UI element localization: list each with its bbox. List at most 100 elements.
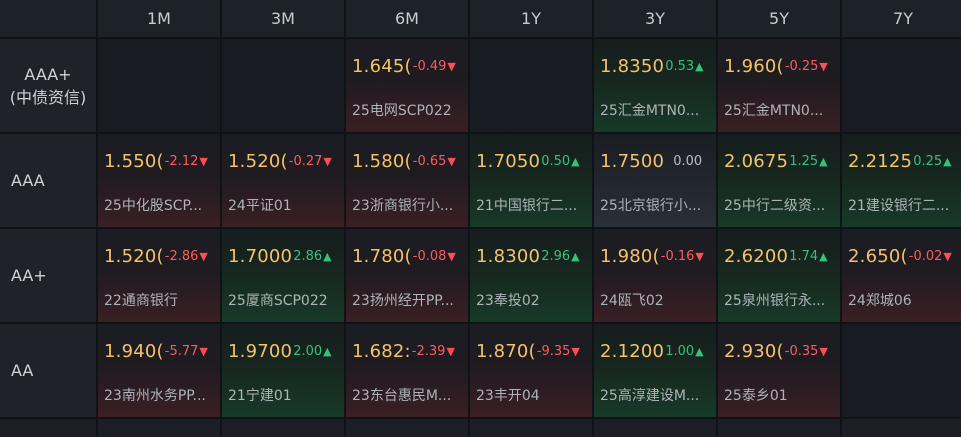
quote-cell[interactable]: 2.2125 0.25 ▲ 21建设银行二... [842, 134, 961, 227]
quote-line: 2.0675 1.25 ▲ [724, 151, 837, 172]
quote-cell[interactable]: 1.550(-2.12 ▼ 25中化股SCP... [98, 134, 220, 227]
yield-value: 2.6200 [724, 246, 789, 267]
yield-value: 1.870( [476, 341, 536, 362]
header-corner [0, 0, 96, 37]
quote-line: 1.520(-0.27 ▼ [228, 151, 341, 172]
triangle-down-icon: ▼ [446, 345, 455, 358]
triangle-down-icon: ▼ [695, 250, 704, 263]
row-label-rating: AAA+ (中债资信) [0, 39, 96, 132]
bond-name: 25中化股SCP... [104, 198, 203, 214]
quote-line: 1.520(-2.86 ▼ [104, 246, 217, 267]
bond-name: 25电网SCP022 [352, 103, 452, 119]
triangle-up-icon: ▲ [571, 155, 580, 168]
partial-row-stub [594, 419, 716, 437]
rating-label-line: AA+ [11, 266, 47, 285]
quote-cell[interactable]: 1.8350 0.53 ▲ 25汇金MTN0... [594, 39, 716, 132]
triangle-down-icon: ▼ [943, 250, 952, 263]
bond-name: 25汇金MTN0... [724, 103, 824, 119]
bond-name: 21中国银行二... [476, 198, 578, 214]
yield-change: 1.25 [789, 154, 819, 169]
quote-line: 2.650(-0.02 ▼ [848, 246, 961, 267]
row-label-rating: AA [0, 324, 96, 417]
quote-cell[interactable]: 1.580(-0.65 ▼ 23浙商银行小... [346, 134, 468, 227]
triangle-up-icon: ▲ [323, 345, 332, 358]
column-header-tenor[interactable]: 3Y [594, 0, 716, 37]
yield-change: -5.77 [164, 344, 199, 359]
bond-name: 25北京银行小... [600, 198, 702, 214]
quote-cell[interactable]: 1.645(-0.49 ▼ 25电网SCP022 [346, 39, 468, 132]
triangle-up-icon: ▲ [819, 250, 828, 263]
quote-cell[interactable]: 1.520(-2.86 ▼ 22通商银行 [98, 229, 220, 322]
bond-name: 24平证01 [228, 198, 292, 214]
rating-label-line: AAA+ [24, 64, 72, 84]
empty-quote-cell [98, 39, 220, 132]
quote-line: 2.6200 1.74 ▲ [724, 246, 837, 267]
yield-value: 2.650( [848, 246, 908, 267]
yield-change: 2.00 [293, 344, 323, 359]
column-header-tenor[interactable]: 1Y [470, 0, 592, 37]
triangle-up-icon: ▲ [695, 345, 704, 358]
quote-cell[interactable]: 1.960(-0.25 ▼ 25汇金MTN0... [718, 39, 840, 132]
yield-value: 1.580( [352, 151, 412, 172]
bond-yield-matrix: 1M 3M 6M 1Y 3Y 5Y 7Y AAA+ (中债资信) 1.645(-0.49 ▼ 25电网… [0, 0, 961, 437]
quote-cell[interactable]: 1.940(-5.77 ▼ 23南州水务PP... [98, 324, 220, 417]
yield-value: 1.7000 [228, 246, 293, 267]
yield-change: -0.08 [412, 249, 447, 264]
yield-change: -0.16 [660, 249, 695, 264]
quote-cell[interactable]: 1.780(-0.08 ▼ 23扬州经开PP... [346, 229, 468, 322]
triangle-up-icon: ▲ [819, 155, 828, 168]
column-header-tenor[interactable]: 5Y [718, 0, 840, 37]
partial-row-stub [718, 419, 840, 437]
triangle-up-icon: ▲ [571, 250, 580, 263]
yield-change: -9.35 [536, 344, 571, 359]
yield-change: -2.12 [164, 154, 199, 169]
triangle-down-icon: ▼ [323, 155, 332, 168]
bond-name: 25高淳建设M... [600, 388, 700, 404]
column-header-tenor[interactable]: 1M [98, 0, 220, 37]
rating-label-line: AA [11, 361, 34, 380]
yield-value: 2.0675 [724, 151, 789, 172]
triangle-down-icon: ▼ [819, 345, 828, 358]
bond-name: 23丰开04 [476, 388, 540, 404]
column-header-tenor[interactable]: 3M [222, 0, 344, 37]
quote-cell[interactable]: 1.980(-0.16 ▼ 24瓯飞02 [594, 229, 716, 322]
quote-cell[interactable]: 2.650(-0.02 ▼ 24郑城06 [842, 229, 961, 322]
quote-cell[interactable]: 1.870(-9.35 ▼ 23丰开04 [470, 324, 592, 417]
yield-value: 2.1200 [600, 341, 665, 362]
triangle-up-icon: ▲ [695, 60, 704, 73]
bond-name: 23奉投02 [476, 293, 540, 309]
partial-row-stub [222, 419, 344, 437]
yield-value: 1.8350 [600, 56, 665, 77]
triangle-down-icon: ▼ [447, 60, 456, 73]
quote-cell[interactable]: 1.8300 2.96 ▲ 23奉投02 [470, 229, 592, 322]
yield-value: 1.7050 [476, 151, 541, 172]
quote-line: 1.550(-2.12 ▼ [104, 151, 217, 172]
quote-line: 1.960(-0.25 ▼ [724, 56, 837, 77]
quote-cell[interactable]: 1.9700 2.00 ▲ 21宁建01 [222, 324, 344, 417]
quote-cell[interactable]: 1.520(-0.27 ▼ 24平证01 [222, 134, 344, 227]
bond-name: 24郑城06 [848, 293, 912, 309]
triangle-up-icon: ▲ [943, 155, 952, 168]
quote-cell[interactable]: 1.682: -2.39 ▼ 23东台惠民M... [346, 324, 468, 417]
quote-cell[interactable]: 2.0675 1.25 ▲ 25中行二级资... [718, 134, 840, 227]
yield-value: 1.645( [352, 56, 412, 77]
triangle-down-icon: ▼ [571, 345, 580, 358]
yield-value: 1.780( [352, 246, 412, 267]
rating-label-line: AAA [11, 171, 45, 190]
quote-cell[interactable]: 2.6200 1.74 ▲ 25泉州银行永... [718, 229, 840, 322]
quote-cell[interactable]: 2.1200 1.00 ▲ 25高淳建设M... [594, 324, 716, 417]
column-header-tenor[interactable]: 7Y [842, 0, 961, 37]
quote-line: 2.2125 0.25 ▲ [848, 151, 961, 172]
quote-line: 2.1200 1.00 ▲ [600, 341, 713, 362]
yield-change: 0.53 [665, 59, 695, 74]
column-header-tenor[interactable]: 6M [346, 0, 468, 37]
quote-cell[interactable]: 2.930(-0.35 ▼ 25泰乡01 [718, 324, 840, 417]
quote-cell[interactable]: 1.7500 0.00 25北京银行小... [594, 134, 716, 227]
quote-cell[interactable]: 1.7050 0.50 ▲ 21中国银行二... [470, 134, 592, 227]
empty-quote-cell [842, 324, 961, 417]
triangle-down-icon: ▼ [199, 250, 208, 263]
triangle-down-icon: ▼ [447, 250, 456, 263]
quote-line: 1.7050 0.50 ▲ [476, 151, 589, 172]
bond-name: 23南州水务PP... [104, 388, 206, 404]
quote-cell[interactable]: 1.7000 2.86 ▲ 25厦商SCP022 [222, 229, 344, 322]
